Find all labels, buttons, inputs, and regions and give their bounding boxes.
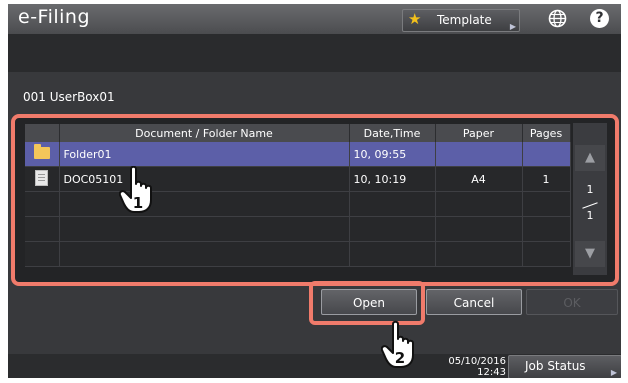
row-icon-cell	[25, 142, 60, 167]
row-pages: 1	[522, 166, 571, 192]
template-button[interactable]: ★ Template ▶	[402, 9, 520, 32]
date-text: 05/10/2016	[448, 356, 506, 367]
page-divider	[582, 202, 598, 209]
table-row	[25, 241, 571, 267]
page-total: 1	[586, 209, 594, 222]
file-table: Document / Folder Name Date,Time Paper P…	[25, 124, 571, 267]
title-bar: e-Filing ★ Template ▶ ?	[8, 4, 621, 34]
efiling-screen: e-Filing ★ Template ▶ ? 001 UserBox01 Do…	[8, 4, 621, 378]
page-up-button[interactable]: ▲	[575, 145, 605, 171]
icon-column-header	[25, 124, 60, 142]
file-list-area: Document / Folder Name Date,Time Paper P…	[11, 114, 619, 286]
globe-icon[interactable]	[548, 9, 567, 28]
cancel-button[interactable]: Cancel	[426, 289, 522, 315]
box-label: 001 UserBox01	[23, 90, 115, 104]
pointing-hand-icon: 2	[381, 320, 414, 368]
folder-icon	[33, 143, 50, 159]
row-paper	[435, 142, 523, 167]
page-down-button[interactable]: ▼	[575, 241, 605, 267]
row-icon-cell	[25, 166, 60, 192]
corner-arrow-icon: ▶	[610, 368, 617, 377]
table-header-row: Document / Folder Name Date,Time Paper P…	[25, 124, 571, 142]
column-header-paper[interactable]: Paper	[435, 124, 523, 142]
pointing-hand-icon: 1	[119, 166, 152, 213]
table-row	[25, 191, 571, 217]
open-button[interactable]: Open	[321, 289, 417, 315]
callout-number: 1	[133, 194, 143, 212]
column-header-pages[interactable]: Pages	[522, 124, 571, 142]
help-icon[interactable]: ?	[590, 9, 609, 28]
table-row[interactable]: Folder01 10, 09:55	[25, 142, 571, 167]
job-status-label: Job Status	[525, 359, 586, 373]
app-title: e-Filing	[18, 6, 91, 28]
datetime-display: 05/10/2016 12:43	[446, 356, 506, 378]
row-datetime: 10, 10:19	[349, 166, 436, 192]
column-header-datetime[interactable]: Date,Time	[349, 124, 436, 142]
page-current: 1	[586, 183, 594, 196]
row-paper: A4	[435, 166, 523, 192]
row-datetime: 10, 09:55	[349, 142, 436, 167]
row-name: Folder01	[59, 142, 350, 167]
corner-arrow-icon: ▶	[509, 22, 516, 31]
callout-number: 2	[395, 349, 405, 367]
document-icon	[35, 169, 49, 186]
table-row	[25, 216, 571, 242]
row-pages	[522, 142, 571, 167]
template-label: Template	[437, 13, 492, 27]
table-row[interactable]: DOC05101 10, 10:19 A4 1	[25, 166, 571, 192]
row-name: DOC05101	[59, 166, 350, 192]
pager: ▲ 1 1 ▼	[573, 123, 607, 275]
time-text: 12:43	[477, 367, 506, 378]
message-bar	[8, 34, 621, 72]
column-header-name[interactable]: Document / Folder Name	[59, 124, 350, 142]
star-icon: ★	[408, 10, 422, 28]
job-status-button[interactable]: Job Status ▶	[508, 355, 621, 378]
ok-button: OK	[526, 289, 618, 315]
